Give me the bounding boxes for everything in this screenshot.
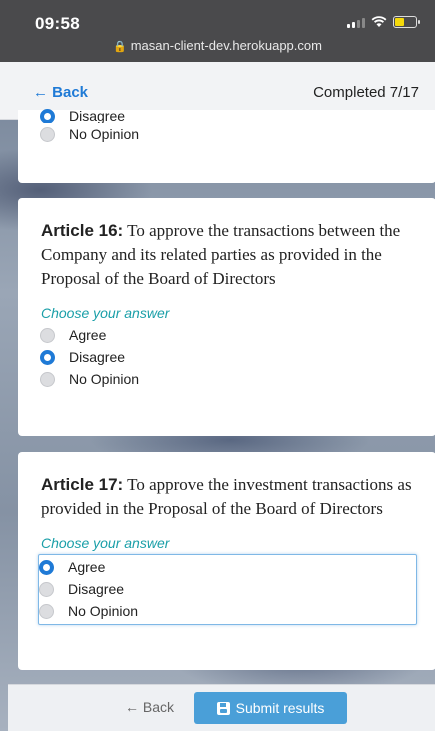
article-card-16: Article 16: To approve the transactions … xyxy=(18,198,435,436)
answer-options: Disagree No Opinion xyxy=(40,109,435,145)
radio-button-selected[interactable] xyxy=(40,349,55,365)
radio-button-selected[interactable] xyxy=(39,559,54,575)
footer-back-button[interactable]: ← Back xyxy=(125,699,174,715)
status-time: 09:58 xyxy=(35,14,80,33)
answer-prompt: Choose your answer xyxy=(41,535,170,551)
back-link[interactable]: ← Back xyxy=(33,84,88,101)
radio-button[interactable] xyxy=(40,126,55,142)
signal-icon xyxy=(347,17,365,28)
address-bar[interactable]: 🔒 masan-client-dev.herokuapp.com xyxy=(0,38,435,53)
status-icons xyxy=(347,16,420,28)
radio-button[interactable] xyxy=(40,371,55,387)
status-bar: 09:58 🔒 masan-client-dev.herokuapp.com xyxy=(0,0,435,62)
answer-options: Agree Disagree No Opinion xyxy=(40,324,435,390)
article-title: Article 17: xyxy=(41,475,124,494)
radio-button[interactable] xyxy=(39,581,54,597)
article-text: Article 16: To approve the transactions … xyxy=(41,219,412,291)
option-no-opinion[interactable]: No Opinion xyxy=(39,600,416,622)
answer-options-focused: Agree Disagree No Opinion xyxy=(38,554,417,625)
option-agree[interactable]: Agree xyxy=(39,556,416,578)
option-label: No Opinion xyxy=(69,371,140,387)
lock-icon: 🔒 xyxy=(113,41,127,53)
radio-button[interactable] xyxy=(40,327,55,343)
option-disagree[interactable]: Disagree xyxy=(39,578,416,600)
progress-label: Completed 7/17 xyxy=(313,84,419,101)
submit-results-button[interactable]: Submit results xyxy=(194,692,347,724)
option-disagree[interactable]: Disagree xyxy=(40,109,435,123)
option-label: No Opinion xyxy=(68,603,139,619)
option-label: Disagree xyxy=(69,109,126,123)
answer-prompt: Choose your answer xyxy=(41,305,170,321)
wifi-icon xyxy=(371,16,387,27)
option-label: Agree xyxy=(68,559,106,575)
option-no-opinion[interactable]: No Opinion xyxy=(40,123,435,145)
radio-button-selected[interactable] xyxy=(40,109,55,123)
article-title: Article 16: xyxy=(41,221,124,240)
article-card-partial: Disagree No Opinion xyxy=(18,109,435,183)
url-text: masan-client-dev.herokuapp.com xyxy=(130,38,322,53)
save-icon xyxy=(216,701,230,715)
option-no-opinion[interactable]: No Opinion xyxy=(40,368,435,390)
option-label: Agree xyxy=(69,327,107,343)
option-label: Disagree xyxy=(69,349,126,365)
option-disagree[interactable]: Disagree xyxy=(40,346,435,368)
submit-label: Submit results xyxy=(235,700,325,716)
article-text: Article 17: To approve the investment tr… xyxy=(41,473,412,521)
option-agree[interactable]: Agree xyxy=(40,324,435,346)
option-label: No Opinion xyxy=(69,126,140,142)
footer-bar: ← Back Submit results xyxy=(8,684,435,731)
radio-button[interactable] xyxy=(39,603,54,619)
battery-icon xyxy=(393,16,420,28)
option-label: Disagree xyxy=(68,581,125,597)
battery-level xyxy=(395,18,404,26)
article-card-17: Article 17: To approve the investment tr… xyxy=(18,452,435,670)
